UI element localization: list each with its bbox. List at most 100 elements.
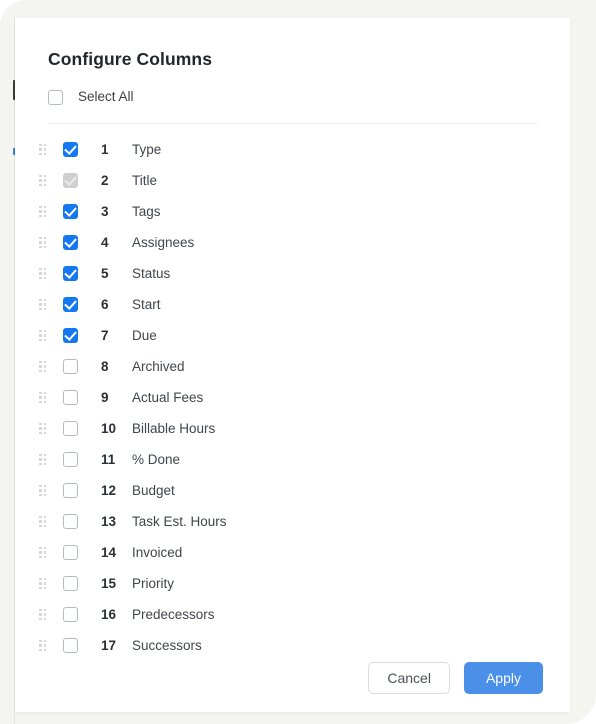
column-row[interactable]: 1 Type	[15, 134, 570, 165]
column-row[interactable]: 9 Actual Fees	[15, 382, 570, 413]
column-checkbox[interactable]	[63, 235, 78, 250]
column-label: Billable Hours	[132, 421, 216, 436]
column-row[interactable]: 7 Due	[15, 320, 570, 351]
column-row[interactable]: 8 Archived	[15, 351, 570, 382]
column-index: 4	[101, 235, 109, 250]
column-row[interactable]: 14 Invoiced	[15, 537, 570, 568]
column-label: Invoiced	[132, 545, 183, 560]
select-all-label: Select All	[78, 89, 134, 104]
column-checkbox-wrapper	[63, 545, 78, 560]
column-checkbox-wrapper	[63, 483, 78, 498]
column-index: 6	[101, 297, 109, 312]
drag-handle-icon[interactable]	[39, 298, 46, 311]
checkmark-icon	[64, 297, 77, 310]
checkmark-icon	[64, 173, 77, 186]
column-checkbox[interactable]	[63, 607, 78, 622]
column-checkbox[interactable]	[63, 638, 78, 653]
column-checkbox-wrapper	[63, 576, 78, 591]
column-list: 1 Type 2 Title 3 Tags 4 Assignees 5 Status 6 Start 7…	[15, 124, 570, 661]
column-row[interactable]: 10 Billable Hours	[15, 413, 570, 444]
column-checkbox[interactable]	[63, 452, 78, 467]
column-index: 2	[101, 173, 109, 188]
cancel-button[interactable]: Cancel	[368, 662, 450, 694]
drag-handle-icon[interactable]	[39, 546, 46, 559]
column-checkbox	[63, 173, 78, 188]
column-checkbox-wrapper	[63, 421, 78, 436]
column-row[interactable]: 4 Assignees	[15, 227, 570, 258]
select-all-row[interactable]: Select All	[48, 87, 537, 107]
column-checkbox[interactable]	[63, 359, 78, 374]
drag-handle-icon[interactable]	[39, 236, 46, 249]
column-label: Type	[132, 142, 162, 157]
column-label: Priority	[132, 576, 175, 591]
column-label: Assignees	[132, 235, 195, 250]
drag-handle-icon[interactable]	[39, 329, 46, 342]
column-row[interactable]: 6 Start	[15, 289, 570, 320]
column-index: 10	[101, 421, 117, 436]
column-index: 11	[101, 452, 116, 467]
select-all-checkbox[interactable]	[48, 89, 63, 105]
column-label: % Done	[132, 452, 181, 467]
column-row[interactable]: 15 Priority	[15, 568, 570, 599]
column-label: Due	[132, 328, 157, 343]
column-checkbox[interactable]	[63, 266, 78, 281]
column-checkbox[interactable]	[63, 204, 78, 219]
column-checkbox-wrapper	[63, 328, 78, 343]
column-row[interactable]: 16 Predecessors	[15, 599, 570, 630]
column-checkbox-wrapper	[63, 359, 78, 374]
apply-button[interactable]: Apply	[463, 662, 543, 694]
configure-columns-dialog: Configure Columns Select All 1 Type 2 Title…	[15, 18, 570, 712]
column-row[interactable]: 17 Successors	[15, 630, 570, 661]
column-label: Tags	[132, 204, 161, 219]
column-label: Status	[132, 266, 171, 281]
drag-handle-icon[interactable]	[39, 391, 46, 404]
column-checkbox[interactable]	[63, 514, 78, 529]
column-row[interactable]: 5 Status	[15, 258, 570, 289]
drag-handle-icon[interactable]	[39, 639, 46, 652]
drag-handle-icon[interactable]	[39, 484, 46, 497]
drag-handle-icon[interactable]	[39, 267, 46, 280]
drag-handle-icon[interactable]	[39, 608, 46, 621]
column-row[interactable]: 3 Tags	[15, 196, 570, 227]
drag-handle-icon[interactable]	[39, 360, 46, 373]
column-checkbox-wrapper	[63, 142, 78, 157]
column-checkbox-wrapper	[63, 452, 78, 467]
column-checkbox-wrapper	[63, 514, 78, 529]
column-row[interactable]: 11 % Done	[15, 444, 570, 475]
column-index: 5	[101, 266, 109, 281]
column-index: 14	[101, 545, 117, 560]
column-checkbox-wrapper	[63, 607, 78, 622]
column-checkbox[interactable]	[63, 421, 78, 436]
column-checkbox[interactable]	[63, 328, 78, 343]
column-index: 15	[101, 576, 117, 591]
checkmark-icon	[64, 204, 77, 217]
column-row[interactable]: 12 Budget	[15, 475, 570, 506]
page-backdrop: Configure Columns Select All 1 Type 2 Title…	[0, 0, 596, 724]
drag-handle-icon[interactable]	[39, 577, 46, 590]
column-checkbox[interactable]	[63, 297, 78, 312]
column-checkbox[interactable]	[63, 483, 78, 498]
column-checkbox-wrapper	[63, 297, 78, 312]
drag-handle-icon[interactable]	[39, 422, 46, 435]
column-checkbox-wrapper	[63, 638, 78, 653]
drag-handle-icon[interactable]	[39, 205, 46, 218]
checkmark-icon	[64, 142, 77, 155]
column-checkbox[interactable]	[63, 576, 78, 591]
drag-handle-icon[interactable]	[39, 453, 46, 466]
drag-handle-icon[interactable]	[39, 174, 46, 187]
column-index: 17	[101, 638, 117, 653]
column-checkbox-wrapper	[63, 235, 78, 250]
column-index: 16	[101, 607, 117, 622]
column-checkbox[interactable]	[63, 545, 78, 560]
column-checkbox[interactable]	[63, 142, 78, 157]
column-index: 9	[101, 390, 109, 405]
column-checkbox-wrapper	[63, 266, 78, 281]
column-row[interactable]: 2 Title	[15, 165, 570, 196]
column-row[interactable]: 13 Task Est. Hours	[15, 506, 570, 537]
column-checkbox[interactable]	[63, 390, 78, 405]
column-label: Start	[132, 297, 161, 312]
column-label: Title	[132, 173, 158, 188]
drag-handle-icon[interactable]	[39, 143, 46, 156]
drag-handle-icon[interactable]	[39, 515, 46, 528]
column-index: 12	[101, 483, 117, 498]
